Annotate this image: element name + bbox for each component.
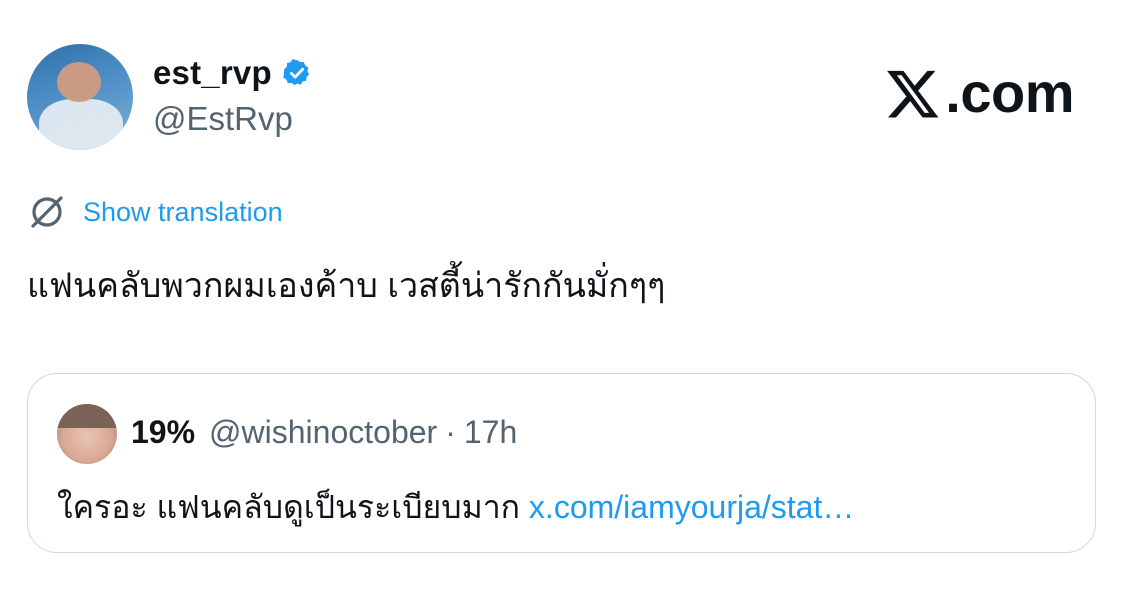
- quoted-tweet-text: ใครอะ แฟนคลับดูเป็นระเบียบมาก: [57, 489, 529, 525]
- quoted-tweet-body: ใครอะ แฟนคลับดูเป็นระเบียบมาก x.com/iamy…: [57, 482, 854, 533]
- show-translation-row[interactable]: Show translation: [27, 192, 283, 232]
- verified-badge-icon: [283, 59, 309, 86]
- translate-globe-icon: [31, 196, 63, 228]
- author-handle[interactable]: @EstRvp: [153, 100, 293, 138]
- avatar-face: [57, 62, 101, 102]
- quoted-display-name[interactable]: 19%: [131, 414, 195, 451]
- brand-logo: .com: [885, 60, 1074, 125]
- quoted-tweet-header: 19% @wishinoctober · 17h: [131, 414, 517, 451]
- quoted-timestamp[interactable]: 17h: [464, 414, 517, 451]
- tweet-text: แฟนคลับพวกผมเองค้าบ เวสตี้น่ารักกันมั่กๆ…: [27, 267, 666, 305]
- x-logo-icon: [887, 70, 939, 117]
- meta-separator: ·: [445, 414, 456, 450]
- author-display-name[interactable]: est_rvp: [153, 54, 312, 92]
- quoted-tweet-link[interactable]: x.com/iamyourja/stat…: [529, 489, 854, 525]
- show-translation-link[interactable]: Show translation: [83, 197, 283, 228]
- quoted-author-avatar[interactable]: [57, 404, 117, 464]
- quoted-handle[interactable]: @wishinoctober: [209, 414, 437, 451]
- quoted-avatar-hair: [57, 404, 117, 428]
- display-name-text: est_rvp: [153, 54, 272, 91]
- avatar-shirt: [39, 99, 123, 150]
- author-avatar[interactable]: [27, 44, 133, 150]
- brand-domain-text: .com: [945, 61, 1074, 124]
- quoted-tweet-card[interactable]: 19% @wishinoctober · 17h ใครอะ แฟนคลับดู…: [27, 373, 1096, 553]
